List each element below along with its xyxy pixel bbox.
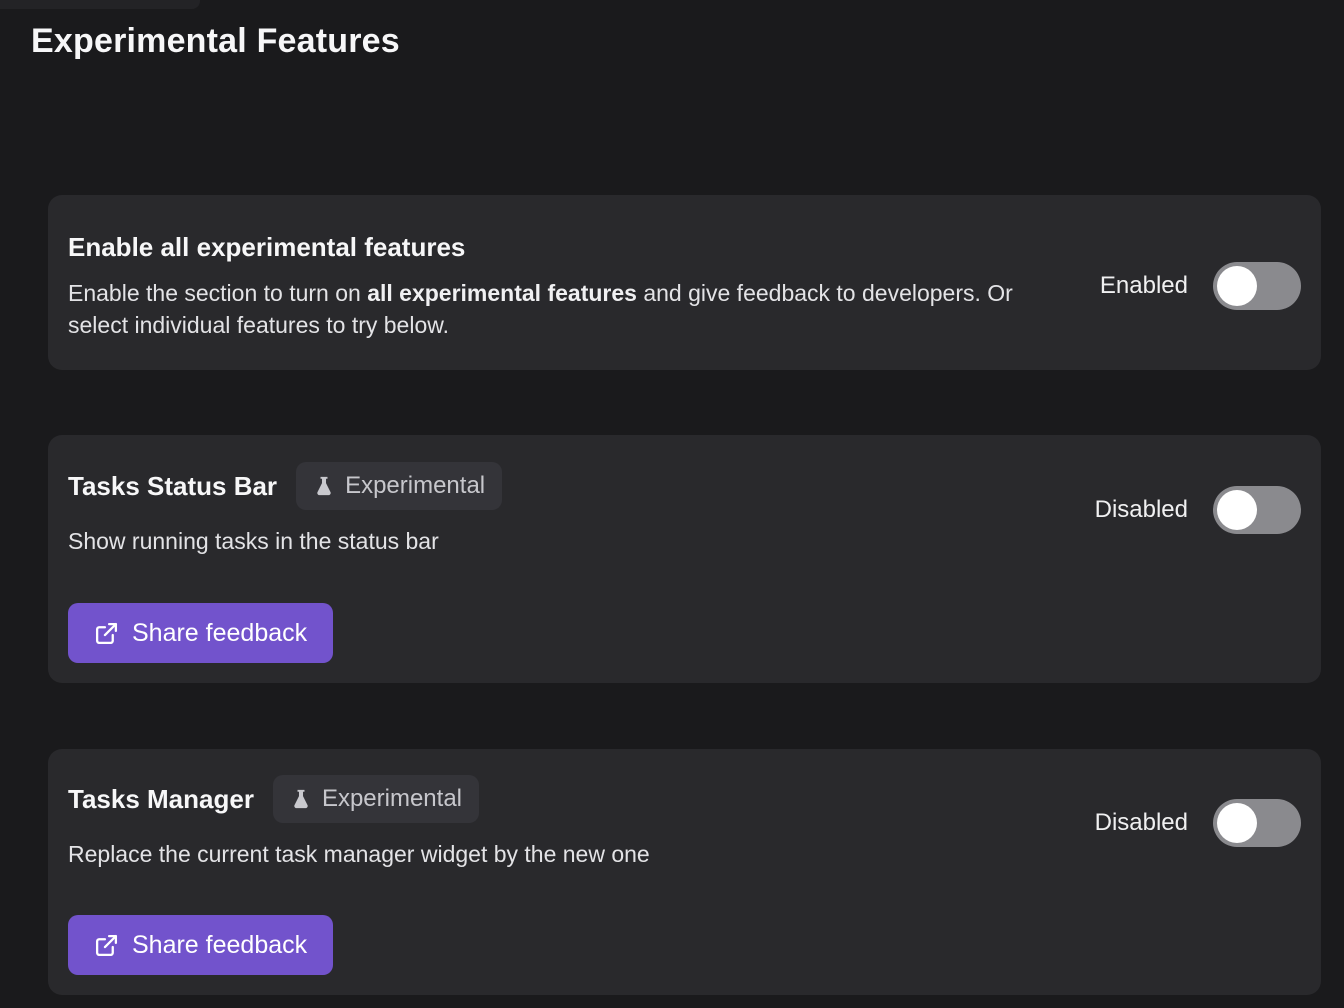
- toggle-state-label: Disabled: [1095, 809, 1188, 837]
- description-bold-text: all experimental features: [367, 280, 637, 306]
- card-enable-all-experimental: Enable all experimental features Enable …: [48, 195, 1321, 370]
- card-text-block: Enable all experimental features Enable …: [68, 231, 1053, 341]
- card-title: Enable all experimental features: [68, 231, 465, 263]
- card-description: Show running tasks in the status bar: [68, 525, 502, 557]
- card-description: Enable the section to turn on all experi…: [68, 277, 1053, 341]
- tasks-manager-toggle-switch[interactable]: [1213, 799, 1301, 847]
- card-text-block: Tasks Status Bar Experimental Show runni…: [68, 462, 502, 557]
- experimental-badge: Experimental: [296, 462, 502, 510]
- page-title: Experimental Features: [31, 18, 400, 64]
- toggle-state-label: Disabled: [1095, 496, 1188, 524]
- toggle-control: Disabled: [1095, 486, 1301, 534]
- experimental-badge: Experimental: [273, 775, 479, 823]
- card-text-block: Tasks Manager Experimental Replace the c…: [68, 775, 650, 870]
- card-tasks-manager: Tasks Manager Experimental Replace the c…: [48, 749, 1321, 995]
- toggle-knob: [1217, 803, 1257, 843]
- card-row: Tasks Status Bar Experimental Show runni…: [68, 459, 1301, 560]
- external-link-icon: [94, 621, 119, 646]
- external-link-icon: [94, 933, 119, 958]
- toggle-control: Disabled: [1095, 799, 1301, 847]
- flask-icon: [290, 788, 312, 810]
- enable-all-toggle-switch[interactable]: [1213, 262, 1301, 310]
- share-feedback-button[interactable]: Share feedback: [68, 603, 333, 663]
- card-title: Tasks Status Bar: [68, 470, 277, 502]
- badge-label: Experimental: [345, 472, 485, 500]
- card-description: Replace the current task manager widget …: [68, 838, 650, 870]
- tasks-status-bar-toggle-switch[interactable]: [1213, 486, 1301, 534]
- button-label: Share feedback: [132, 931, 307, 960]
- toggle-knob: [1217, 266, 1257, 306]
- toggle-knob: [1217, 490, 1257, 530]
- description-text: Enable the section to turn on: [68, 280, 367, 306]
- badge-label: Experimental: [322, 785, 462, 813]
- toggle-control: Enabled: [1100, 262, 1301, 310]
- button-label: Share feedback: [132, 619, 307, 648]
- card-row: Enable all experimental features Enable …: [68, 221, 1301, 350]
- flask-icon: [313, 475, 335, 497]
- toggle-state-label: Enabled: [1100, 272, 1188, 300]
- card-title: Tasks Manager: [68, 783, 254, 815]
- share-feedback-button[interactable]: Share feedback: [68, 915, 333, 975]
- card-tasks-status-bar: Tasks Status Bar Experimental Show runni…: [48, 435, 1321, 683]
- card-row: Tasks Manager Experimental Replace the c…: [68, 773, 1301, 872]
- previous-section-edge: [0, 0, 200, 9]
